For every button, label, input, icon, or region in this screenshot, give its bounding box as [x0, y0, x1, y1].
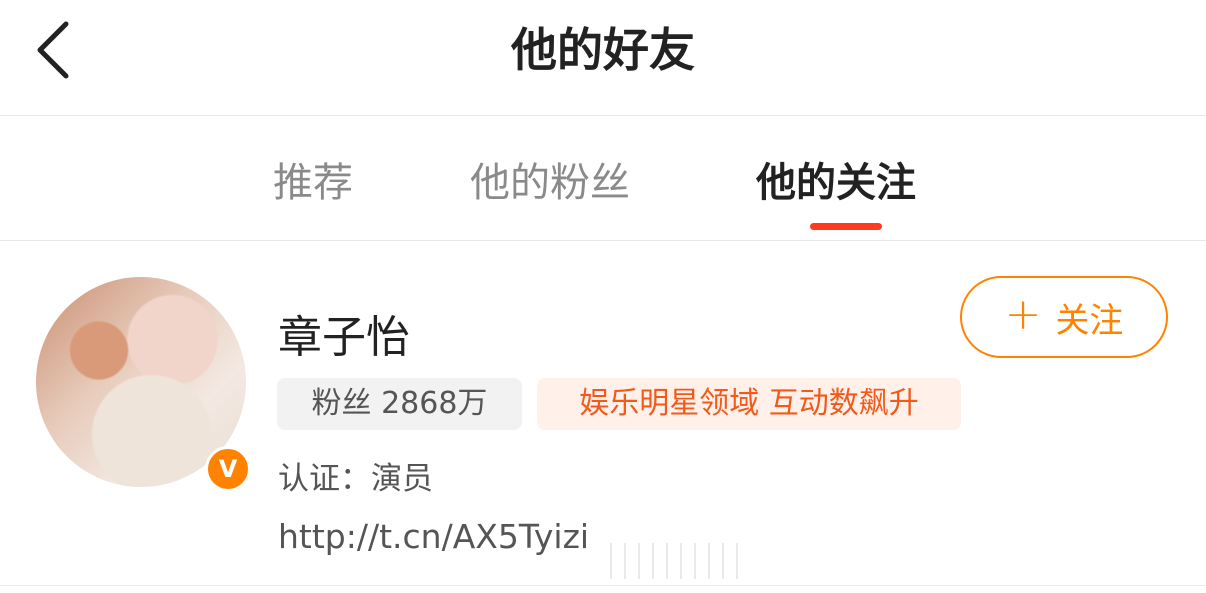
follow-button[interactable]: + 关注 — [960, 276, 1168, 358]
top-bar: 他的好友 — [0, 0, 1206, 116]
page-title: 他的好友 — [511, 23, 695, 77]
verification-label: 认证： — [278, 461, 371, 497]
watermark-overlay — [598, 543, 740, 579]
profile-link[interactable]: http://t.cn/AX5Tyizi — [278, 517, 589, 556]
tab-his-fans[interactable]: 他的粉丝 — [470, 150, 630, 208]
tab-bar: 推荐 他的粉丝 他的关注 — [0, 116, 1206, 241]
trending-tag: 娱乐明星领域 互动数飙升 — [537, 378, 961, 430]
verified-v-icon: V — [205, 446, 251, 492]
user-list-item[interactable]: V 章子怡 + 关注 粉丝 2868万 娱乐明星领域 互动数飙升 认证：演员 h… — [0, 241, 1206, 586]
plus-icon: + — [1004, 289, 1042, 340]
verification-value: 演员 — [371, 461, 433, 497]
fans-count-tag: 粉丝 2868万 — [277, 378, 522, 430]
active-tab-indicator — [810, 223, 882, 230]
tab-recommend[interactable]: 推荐 — [273, 150, 353, 208]
follow-button-label: 关注 — [1055, 300, 1124, 341]
tab-his-following[interactable]: 他的关注 — [756, 150, 916, 208]
user-name[interactable]: 章子怡 — [278, 301, 410, 365]
verification-info: 认证：演员 — [278, 453, 433, 498]
